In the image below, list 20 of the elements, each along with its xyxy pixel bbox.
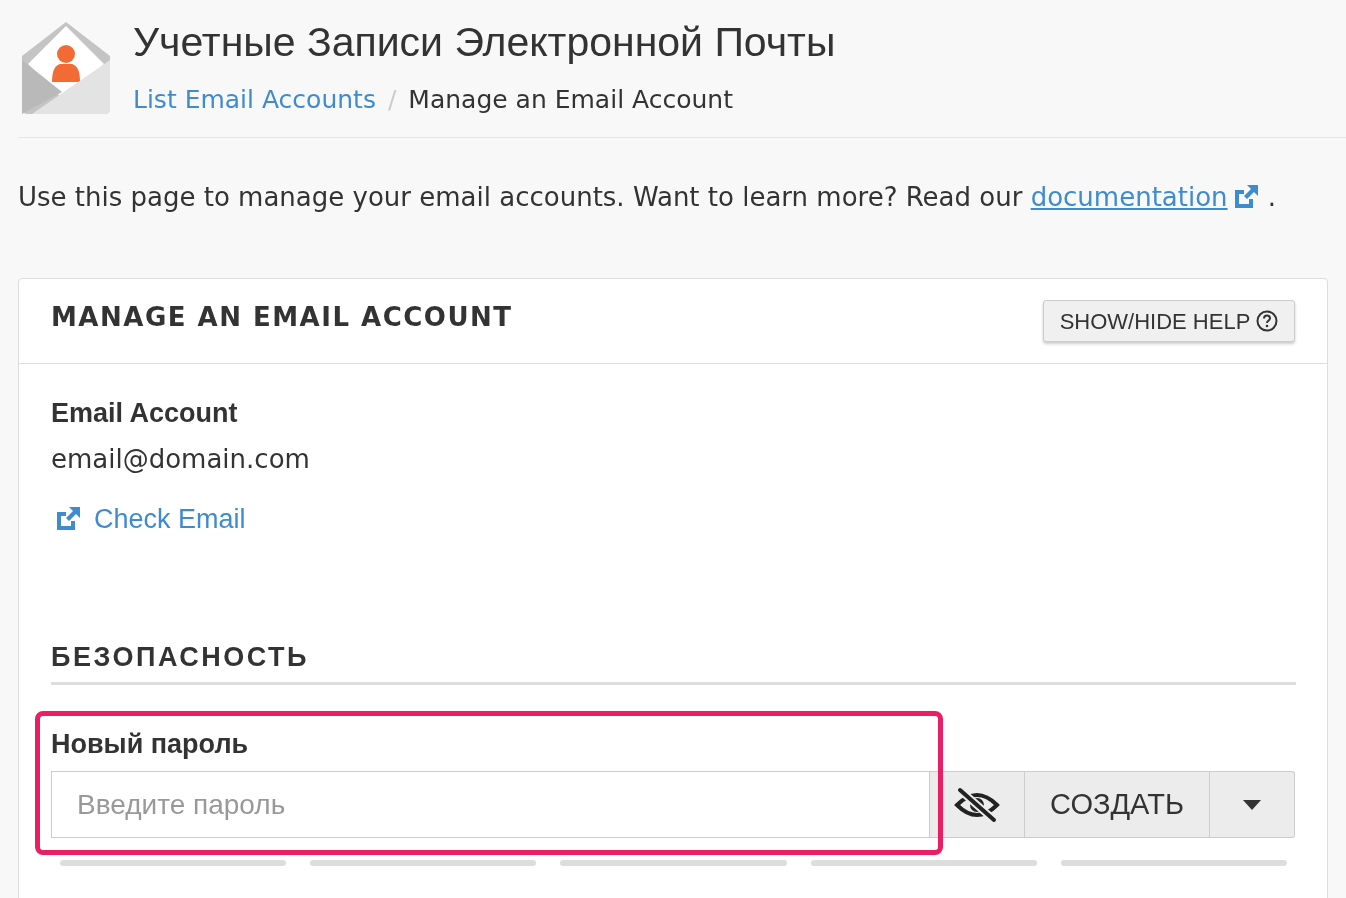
password-label: Новый пароль — [51, 729, 249, 759]
panel-title: MANAGE AN EMAIL ACCOUNT — [51, 300, 513, 334]
caret-icon — [1243, 799, 1261, 810]
visibility-toggle-button[interactable] — [930, 771, 1025, 838]
generate-button[interactable]: СОЗДАТЬ — [1025, 771, 1210, 838]
documentation-link[interactable]: documentation — [1030, 179, 1260, 215]
password-input[interactable]: Введите пароль — [51, 771, 930, 838]
help-button[interactable]: SHOW/HIDE HELP — [1043, 300, 1295, 342]
field-value: email@domain.com — [51, 443, 310, 476]
external-link-icon — [54, 505, 82, 533]
help-icon — [1256, 310, 1279, 332]
section-heading: БЕЗОПАСНОСТЬ — [51, 641, 309, 674]
check-email-link[interactable]: Check Email — [54, 502, 246, 536]
intro-text: Use this page to manage your email accounts. Want to learn more? Read our documentation . — [18, 179, 1277, 215]
breadcrumb-link[interactable]: List Email Accounts — [133, 83, 376, 117]
page-title: Учетные Записи Электронной Почты — [133, 20, 836, 64]
field-label: Email Account — [51, 397, 238, 430]
eye-slash-icon — [954, 786, 1000, 823]
breadcrumb-current: Manage an Email Account — [408, 84, 733, 116]
breadcrumb-separator: / — [387, 84, 397, 116]
